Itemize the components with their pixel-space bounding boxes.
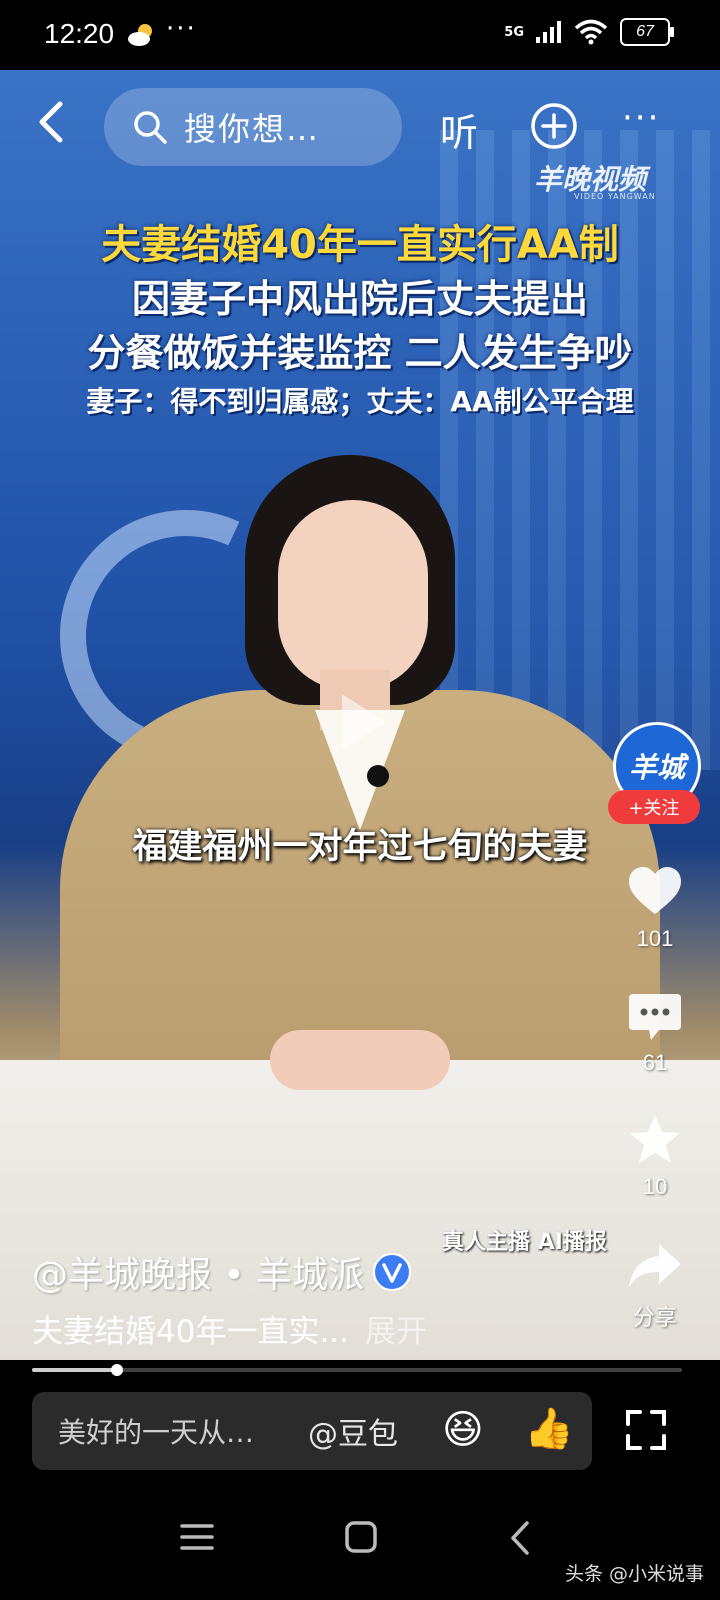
status-bar: 12:20 ··· 5G 67 [0, 0, 720, 70]
back-arrow-icon[interactable] [30, 98, 78, 146]
heart-icon [629, 867, 681, 914]
listen-button[interactable]: 听 [440, 102, 478, 157]
fullscreen-icon[interactable] [624, 1408, 668, 1452]
comment-input[interactable]: 美好的一天从… [58, 1411, 288, 1451]
search-icon [134, 111, 167, 144]
progress-fill [32, 1368, 117, 1372]
clock: 12:20 [44, 18, 115, 49]
play-icon[interactable] [320, 682, 400, 762]
signal-icon [536, 21, 561, 43]
wifi-icon [574, 19, 608, 45]
headline-line-2: 因妻子中风出院后丈夫提出 [131, 277, 588, 321]
like-button[interactable]: 101 [605, 864, 705, 952]
share-button[interactable]: 分享 [605, 1238, 705, 1332]
watermark: 头条 @小米说事 [564, 1563, 704, 1585]
video-caption[interactable]: 夫妻结婚40年一直实... 展开 [32, 1306, 427, 1351]
follow-button[interactable]: +关注 [608, 790, 700, 824]
share-arrow-icon [629, 1244, 681, 1288]
ai-broadcast-tag: 真人主播 AI播报 [442, 1230, 607, 1255]
home-icon[interactable] [344, 1520, 378, 1554]
star-icon [630, 1115, 680, 1163]
favorite-count: 10 [642, 1174, 668, 1199]
progress-knob[interactable] [110, 1364, 123, 1376]
favorite-button[interactable]: 10 [605, 1112, 705, 1200]
search-placeholder: 搜你想… [184, 110, 321, 148]
thumbs-up-emoji-button[interactable]: 👍 [524, 1405, 574, 1452]
caption-text: 夫妻结婚40年一直实... [32, 1314, 350, 1350]
video-progress-bar[interactable] [32, 1364, 682, 1376]
more-options-button[interactable]: ··· [622, 98, 660, 138]
notification-overflow: ··· [166, 14, 197, 44]
share-label: 分享 [632, 1305, 677, 1330]
system-nav-bar: 头条 @小米说事 [0, 1480, 720, 1600]
laughing-emoji-button[interactable]: 😆 [442, 1407, 484, 1453]
brand-logo-sub: VIDEO YANGWAN [574, 192, 656, 201]
verified-badge-icon [373, 1253, 412, 1291]
lapel-mic [367, 765, 389, 787]
like-count: 101 [636, 926, 674, 951]
top-bar: 搜你想… 听 ··· [0, 80, 720, 166]
mention-doubao-button[interactable]: @豆包 [308, 1409, 398, 1453]
presenter-hands [270, 1030, 450, 1090]
author-line[interactable]: @羊城晚报 • 羊城派 [32, 1246, 412, 1298]
search-bar[interactable]: 搜你想… [104, 88, 402, 166]
recent-apps-icon[interactable] [180, 1522, 214, 1552]
comment-button[interactable]: 61 [605, 988, 705, 1076]
battery-icon: 67 [620, 18, 674, 46]
weather-partly-cloudy-icon [128, 24, 152, 46]
system-back-icon[interactable] [505, 1520, 535, 1556]
avatar-text: 羊城 [628, 751, 685, 784]
add-circle-icon[interactable] [530, 102, 578, 150]
headline-title: 夫妻结婚40年一直实行AA制 [101, 222, 619, 268]
video-subtitle: 福建福州一对年过七旬的夫妻 [132, 827, 588, 867]
presenter-face [278, 500, 428, 690]
headline-line-3: 分餐做饭并装监控 二人发生争吵 [87, 331, 633, 375]
comment-count: 61 [642, 1050, 668, 1075]
expand-caption-button[interactable]: 展开 [365, 1314, 427, 1350]
comment-input-bar[interactable]: 美好的一天从… @豆包 😆 👍 [32, 1392, 592, 1470]
author-name: @羊城晚报 • 羊城派 [32, 1255, 365, 1296]
network-type: 5G [504, 24, 524, 40]
comment-icon [629, 994, 681, 1040]
headline-line-4: 妻子：得不到归属感；丈夫：AA制公平合理 [86, 385, 634, 418]
